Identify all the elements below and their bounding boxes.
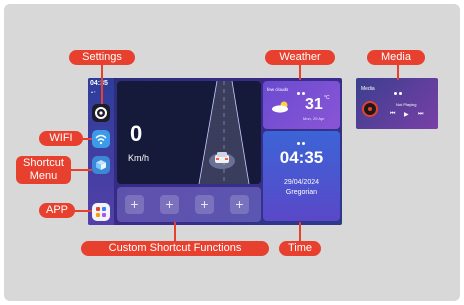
time-callout: Time bbox=[279, 241, 321, 256]
weather-callout: Weather bbox=[265, 50, 335, 65]
weather-temperature: 31 bbox=[305, 96, 323, 113]
shortcut-menu-callout: Shortcut Menu bbox=[16, 156, 71, 184]
wifi-button[interactable] bbox=[92, 130, 110, 148]
clock-time: 04:35 bbox=[279, 148, 324, 167]
signal-icon: ▴ ▪ bbox=[91, 89, 96, 94]
weather-widget[interactable]: few clouds 31 °C Mon, 29 Apr bbox=[263, 81, 340, 129]
head-unit-screen: 04:35 ▴ ▪ 0 Km/h + + + + few clouds 31 °… bbox=[88, 78, 342, 225]
custom-shortcut-bar: + + + + bbox=[117, 187, 261, 222]
app-grid-icon bbox=[96, 207, 106, 217]
media-callout: Media bbox=[367, 50, 425, 65]
custom-shortcut-connector bbox=[174, 222, 176, 242]
road-illustration bbox=[198, 81, 250, 184]
add-shortcut-button[interactable]: + bbox=[195, 195, 214, 214]
custom-shortcut-functions-callout: Custom Shortcut Functions bbox=[81, 241, 269, 256]
settings-connector bbox=[101, 64, 103, 104]
app-button[interactable] bbox=[92, 203, 110, 221]
clock-date: 29/04/2024 bbox=[283, 179, 320, 186]
page-indicator bbox=[394, 82, 403, 95]
speed-value: 0 bbox=[130, 121, 143, 146]
settings-button[interactable] bbox=[92, 104, 110, 122]
settings-callout: Settings bbox=[69, 50, 135, 65]
add-shortcut-button[interactable]: + bbox=[125, 195, 144, 214]
media-title: Media bbox=[361, 86, 375, 92]
media-widget[interactable]: Media Not Playing ⏮ ▶ ⏭ bbox=[356, 78, 438, 129]
wifi-icon bbox=[95, 134, 107, 145]
sidebar-clock: 04:35 bbox=[90, 80, 108, 87]
weather-date: Mon, 29 Apr bbox=[303, 116, 325, 121]
speed-unit: Km/h bbox=[128, 153, 150, 163]
shortcut-menu-callout-line2: Menu bbox=[29, 170, 58, 182]
cloud-sun-icon bbox=[272, 101, 288, 113]
shortcut-menu-callout-line1: Shortcut bbox=[23, 157, 64, 169]
add-shortcut-button[interactable]: + bbox=[230, 195, 249, 214]
weather-description: few clouds bbox=[267, 87, 289, 92]
page-indicator bbox=[297, 82, 306, 95]
settings-gear-icon bbox=[95, 107, 107, 119]
speed-panel: 0 Km/h bbox=[117, 81, 261, 184]
next-icon[interactable]: ⏭ bbox=[418, 111, 423, 118]
time-connector bbox=[299, 222, 301, 242]
wifi-callout: WIFI bbox=[39, 131, 83, 146]
weather-unit: °C bbox=[324, 95, 330, 101]
clock-widget[interactable]: 04:35 29/04/2024 Gregorian bbox=[263, 131, 340, 221]
play-icon[interactable]: ▶ bbox=[404, 111, 409, 118]
clock-calendar: Gregorian bbox=[285, 189, 318, 196]
page-indicator bbox=[297, 132, 306, 145]
app-connector bbox=[72, 210, 92, 212]
media-status: Not Playing bbox=[396, 102, 417, 107]
disc-icon bbox=[362, 101, 378, 117]
shortcut-menu-button[interactable] bbox=[92, 156, 110, 174]
car-icon bbox=[215, 152, 229, 163]
shortcut-menu-icon bbox=[96, 160, 106, 170]
previous-icon[interactable]: ⏮ bbox=[390, 111, 395, 118]
shortcut-menu-connector bbox=[68, 169, 92, 171]
add-shortcut-button[interactable]: + bbox=[160, 195, 179, 214]
app-callout: APP bbox=[39, 203, 75, 218]
